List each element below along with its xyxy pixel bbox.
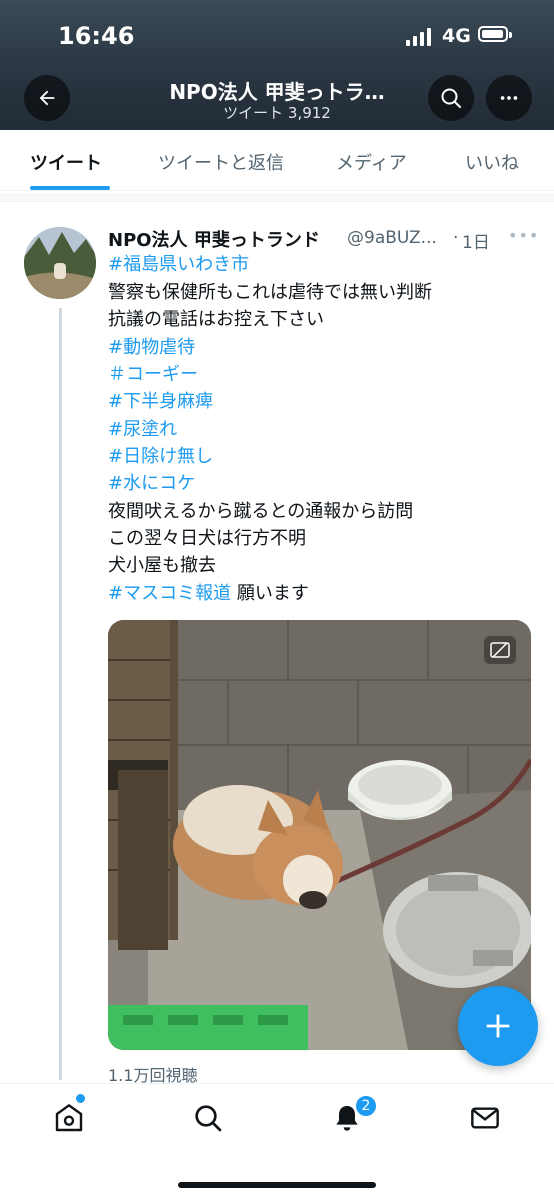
active-tab-indicator (30, 186, 110, 190)
caption-toggle-icon[interactable] (484, 636, 516, 664)
profile-tabs: ツイート ツイートと返信 メディア いいね (0, 130, 554, 191)
tab-likes[interactable]: いいね (465, 149, 519, 175)
tab-media[interactable]: メディア (336, 149, 407, 175)
hashtag-link[interactable]: #マスコミ報道 (108, 583, 231, 604)
tweet-text: この翌々日犬は行方不明 (108, 528, 306, 549)
profile-header: 16:46 4G NPO法人 甲斐っトラ… ツイート 3,912 (0, 0, 554, 130)
status-time: 16:46 (58, 22, 135, 50)
nav-messages[interactable] (467, 1100, 503, 1136)
more-horizontal-icon (500, 96, 518, 100)
account-title: NPO法人 甲斐っトラ… (169, 80, 385, 104)
avatar[interactable] (24, 227, 96, 299)
more-button[interactable] (486, 75, 532, 121)
battery-icon (478, 26, 512, 42)
tweet-text: 夜間吠えるから蹴るとの通報から訪問 (108, 501, 414, 522)
hashtag-link[interactable]: #動物虐待 (108, 336, 195, 360)
meta-separator: · (453, 228, 459, 248)
hashtag-link[interactable]: #日除け無し (108, 445, 213, 469)
signal-icon (406, 28, 431, 46)
tweet-text: 犬小屋も撤去 (108, 555, 216, 576)
thread-line (59, 308, 62, 1080)
author-handle[interactable]: @9aBUZ... (347, 228, 437, 248)
section-divider (0, 193, 554, 202)
tweet-text: 警察も保健所もこれは虐待では無い判断 (108, 282, 432, 303)
notification-badge: 2 (354, 1094, 378, 1118)
nav-home[interactable] (51, 1100, 87, 1136)
home-indicator (178, 1182, 376, 1188)
network-label: 4G (442, 25, 471, 47)
tweet-text: 願います (231, 583, 309, 604)
hashtag-link[interactable]: #下半身麻痺 (108, 390, 213, 414)
hashtag-link[interactable]: #尿塗れ (108, 418, 177, 442)
hashtag-link[interactable]: #水にコケ (108, 472, 195, 496)
search-button[interactable] (428, 75, 474, 121)
nav-search[interactable] (190, 1100, 226, 1136)
tweet-time[interactable]: 1日 (462, 228, 490, 253)
hashtag-link[interactable]: ＃コーギー (108, 363, 198, 387)
video-thumbnail[interactable] (108, 620, 531, 1050)
back-button[interactable] (24, 75, 70, 121)
tweet-text-last: #マスコミ報道 願います (108, 582, 309, 606)
home-unread-dot (76, 1094, 85, 1103)
plus-icon (486, 1014, 510, 1038)
tab-tweets-and-replies[interactable]: ツイートと返信 (158, 149, 284, 175)
search-icon (441, 88, 461, 108)
hashtag-link[interactable]: #福島県いわき市 (108, 253, 249, 277)
tab-tweets[interactable]: ツイート (30, 149, 102, 175)
tweet-text: 抗議の電話はお控え下さい (108, 309, 324, 330)
compose-button[interactable] (458, 986, 538, 1066)
mail-icon (471, 1107, 499, 1129)
home-icon (55, 1104, 83, 1132)
tweet-count: ツイート 3,912 (223, 104, 331, 122)
search-icon (195, 1105, 222, 1132)
arrow-left-icon (39, 90, 55, 106)
author-name[interactable]: NPO法人 甲斐っトランド (108, 226, 320, 252)
tweet-more-icon[interactable]: ••• (508, 226, 539, 245)
